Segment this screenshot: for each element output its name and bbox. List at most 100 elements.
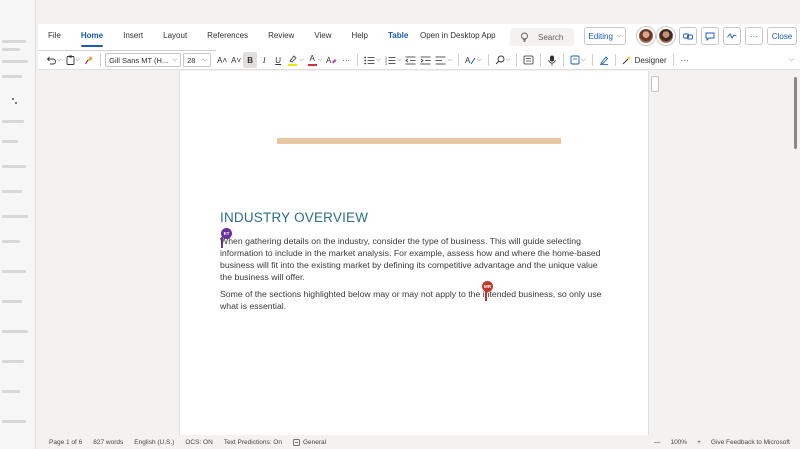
styles-button[interactable]: A ⌵	[463, 52, 484, 68]
toolbar-separator	[614, 54, 616, 66]
text-predictions-indicator[interactable]: Text Predictions: On	[224, 439, 282, 446]
decrease-indent-button[interactable]	[403, 52, 418, 68]
tab-references[interactable]: References	[197, 24, 258, 48]
font-name-select[interactable]: Gill Sans MT (H... ⌵	[105, 53, 182, 67]
numbered-list-icon: 123	[385, 56, 396, 65]
open-in-desktop-app-button[interactable]: Open in Desktop App	[420, 31, 496, 40]
dictate-button[interactable]	[545, 52, 559, 68]
numbering-button[interactable]: 123 ⌵	[383, 52, 404, 68]
sensitivity-icon	[570, 55, 580, 65]
toolbar-separator	[516, 54, 518, 66]
grow-font-button[interactable]: A˄	[215, 52, 229, 68]
tab-review[interactable]: Review	[258, 24, 304, 48]
immersive-reader-button[interactable]	[521, 52, 536, 68]
zoom-level[interactable]: 100%	[670, 439, 687, 446]
chevron-down-icon: ⌵	[317, 56, 323, 63]
svg-text:3: 3	[385, 62, 387, 65]
more-font-options-button[interactable]: ···	[339, 52, 353, 68]
format-painter-button[interactable]	[82, 52, 96, 68]
chevron-down-icon: ⌵	[616, 32, 622, 39]
document-canvas: INDUSTRY OVERVIEW ET When gathering deta…	[38, 71, 800, 435]
tab-insert[interactable]: Insert	[113, 24, 153, 48]
shrink-font-button[interactable]: A˅	[229, 52, 243, 68]
decrease-indent-icon	[405, 56, 416, 64]
collaborator-avatar[interactable]	[657, 27, 675, 45]
tab-table[interactable]: Table	[378, 24, 418, 48]
collaborator-cursor	[485, 290, 487, 301]
chevron-down-icon: ⌵	[505, 56, 511, 63]
page-count[interactable]: Page 1 of 6	[49, 439, 82, 446]
left-background-strip	[0, 0, 36, 449]
find-button[interactable]: ⌵	[493, 52, 513, 68]
page-marker	[651, 76, 659, 92]
more-commands-button[interactable]: ···	[678, 52, 692, 68]
sensitivity-icon	[293, 438, 300, 446]
activity-icon	[727, 33, 737, 39]
font-name-value: Gill Sans MT (H...	[109, 55, 169, 65]
collaborator-avatar[interactable]	[637, 27, 655, 45]
editing-mode-button[interactable]: Editing ⌵	[584, 27, 626, 45]
document-page[interactable]: INDUSTRY OVERVIEW ET When gathering deta…	[179, 71, 649, 435]
comment-icon	[705, 32, 715, 41]
toolbar-separator	[591, 54, 593, 66]
body-paragraph[interactable]: When gathering details on the industry, …	[220, 235, 610, 283]
chevron-down-icon: ⌵	[75, 56, 81, 63]
catch-up-button[interactable]	[723, 27, 741, 45]
toolbar-separator	[540, 54, 542, 66]
toolbar-separator	[487, 54, 489, 66]
search-input[interactable]: Search	[510, 28, 574, 46]
tab-help[interactable]: Help	[342, 24, 378, 48]
toolbar-separator	[357, 54, 359, 66]
decorative-accent-bar	[277, 138, 561, 144]
close-button[interactable]: Close	[767, 27, 797, 45]
toolbar-separator	[457, 54, 459, 66]
feedback-link[interactable]: Give Feedback to Microsoft	[711, 439, 790, 446]
scrollbar-thumb[interactable]	[794, 77, 797, 149]
highlight-button[interactable]: ⌵	[285, 52, 306, 68]
ocs-indicator[interactable]: OCS: ON	[185, 439, 212, 446]
chevron-down-icon: ⌵	[789, 56, 794, 63]
designer-button[interactable]: Designer	[620, 52, 669, 68]
bullets-button[interactable]: ⌵	[362, 52, 383, 68]
language-indicator[interactable]: English (U.S.)	[134, 439, 174, 446]
collaborator-cursor-badge: MR	[482, 281, 493, 292]
increase-indent-button[interactable]	[418, 52, 433, 68]
sensitivity-button[interactable]: ⌵	[568, 52, 588, 68]
designer-label: Designer	[634, 55, 667, 65]
bullet-list-icon	[364, 56, 375, 64]
undo-button[interactable]: ⌵	[44, 52, 64, 68]
editing-label: Editing	[588, 31, 613, 41]
vertical-scrollbar[interactable]	[792, 71, 800, 435]
svg-text:A: A	[465, 56, 471, 65]
paste-button[interactable]: ⌵	[64, 52, 83, 68]
zoom-out-button[interactable]: —	[654, 439, 661, 446]
tab-layout[interactable]: Layout	[153, 24, 197, 48]
increase-indent-icon	[420, 56, 431, 64]
search-icon	[495, 55, 504, 65]
clear-formatting-button[interactable]: A	[324, 52, 339, 68]
align-button[interactable]: ⌵	[433, 52, 454, 68]
font-size-select[interactable]: 28 ⌵	[183, 53, 212, 67]
designer-icon	[622, 56, 631, 65]
zoom-in-button[interactable]: +	[697, 439, 701, 446]
italic-button[interactable]: I	[257, 52, 271, 68]
underline-button[interactable]: U	[271, 52, 285, 68]
body-paragraph[interactable]: Some of the sections highlighted below m…	[220, 288, 610, 312]
tab-home[interactable]: Home	[71, 24, 113, 48]
tab-view[interactable]: View	[304, 24, 341, 48]
svg-text:A: A	[326, 56, 332, 65]
more-options-button[interactable]: ···	[745, 27, 763, 45]
collapse-ribbon-button[interactable]: ⌵	[784, 52, 798, 68]
zoom-controls: — 100% + Give Feedback to Microsoft	[654, 435, 790, 449]
tab-file[interactable]: File	[38, 24, 71, 48]
clear-formatting-icon: A	[326, 56, 337, 65]
comments-button[interactable]	[701, 27, 719, 45]
document-heading[interactable]: INDUSTRY OVERVIEW	[220, 210, 368, 225]
bold-button[interactable]: B	[243, 52, 258, 68]
share-button[interactable]	[679, 27, 697, 45]
editor-button[interactable]	[597, 52, 611, 68]
chevron-down-icon: ⌵	[396, 56, 402, 63]
font-color-button[interactable]: A ⌵	[306, 52, 325, 68]
word-count[interactable]: 827 words	[93, 439, 123, 446]
sensitivity-indicator[interactable]: General	[293, 439, 326, 446]
